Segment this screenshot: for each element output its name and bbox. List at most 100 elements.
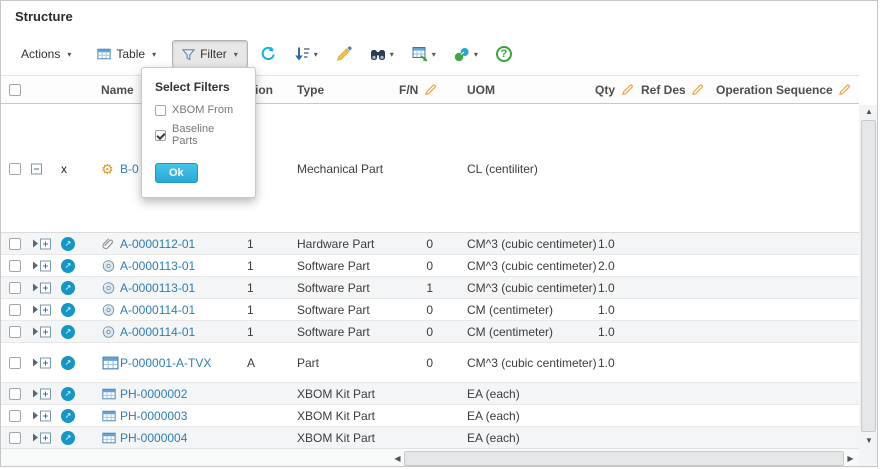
navigate-icon[interactable]: ↗ (61, 387, 75, 401)
cell-fn[interactable] (399, 383, 433, 404)
part-link[interactable]: B-0 (120, 157, 139, 181)
cell-qty[interactable]: 2.0 (598, 255, 615, 276)
edit-button[interactable] (330, 42, 358, 66)
cell-qty[interactable]: 1.0 (598, 233, 615, 254)
scroll-right-arrow[interactable]: ▶ (844, 449, 857, 467)
cell-fn[interactable]: 0 (399, 233, 433, 254)
row-checkbox[interactable] (9, 388, 21, 400)
expand-toggle[interactable] (33, 357, 51, 368)
expand-toggle[interactable] (33, 388, 51, 399)
part-link[interactable]: A-0000114-01 (120, 321, 195, 342)
checkbox-unchecked-icon[interactable] (155, 105, 166, 116)
table-row[interactable]: ↗PH-0000002XBOM Kit PartEA (each) (1, 383, 859, 405)
table-menu-button[interactable]: Table ▾ (87, 40, 166, 68)
cell-qty[interactable]: 1.0 (598, 277, 615, 298)
scroll-up-arrow[interactable]: ▲ (859, 105, 878, 119)
part-link[interactable]: PH-0000002 (120, 383, 187, 404)
collapse-toggle-icon[interactable] (31, 164, 42, 175)
ok-button[interactable]: Ok (155, 163, 198, 183)
edit-column-pencil-icon[interactable] (622, 84, 633, 95)
column-header-uom[interactable]: UOM (467, 76, 495, 104)
horizontal-scroll-thumb[interactable] (404, 451, 844, 466)
help-button[interactable]: ? (490, 42, 518, 66)
column-header-name[interactable]: Name (101, 76, 134, 104)
cell-fn[interactable]: 0 (399, 255, 433, 276)
part-link[interactable]: A-0000112-01 (120, 233, 195, 254)
table-row[interactable]: ↗PH-0000004XBOM Kit PartEA (each) (1, 427, 859, 449)
expand-toggle[interactable] (33, 238, 51, 249)
find-button[interactable]: ▾ (364, 43, 400, 66)
row-checkbox[interactable] (9, 163, 21, 175)
scroll-down-arrow[interactable]: ▼ (859, 434, 878, 448)
navigate-icon[interactable]: ↗ (61, 431, 75, 445)
navigate-icon[interactable]: ↗ (61, 325, 75, 339)
row-checkbox[interactable] (9, 282, 21, 294)
vertical-scrollbar[interactable]: ▲ ▼ (859, 105, 878, 448)
navigate-icon[interactable]: ↗ (61, 237, 75, 251)
edit-column-pencil-icon[interactable] (692, 84, 703, 95)
filter-option-baseline-parts[interactable]: Baseline Parts (155, 123, 242, 147)
export-table-button[interactable]: ▾ (406, 42, 442, 66)
table-row[interactable]: ↗A-0000113-011Software Part1CM^3 (cubic … (1, 277, 859, 299)
row-checkbox[interactable] (9, 410, 21, 422)
edit-column-pencil-icon[interactable] (839, 84, 850, 95)
table-row[interactable]: ↗A-0000113-011Software Part0CM^3 (cubic … (1, 255, 859, 277)
expand-toggle[interactable] (33, 304, 51, 315)
navigate-icon[interactable]: ↗ (61, 259, 75, 273)
navigate-icon[interactable]: ↗ (61, 281, 75, 295)
part-link[interactable]: P-000001-A-TVX (120, 343, 211, 382)
column-header-refdes[interactable]: Ref Des (641, 76, 686, 104)
part-link[interactable]: PH-0000003 (120, 405, 187, 426)
actions-menu-button[interactable]: Actions ▾ (11, 40, 81, 68)
part-link[interactable]: PH-0000004 (120, 427, 187, 448)
row-checkbox[interactable] (9, 260, 21, 272)
cell-fn[interactable]: 0 (399, 343, 433, 382)
cell-qty[interactable]: 1.0 (598, 343, 615, 382)
horizontal-scrollbar[interactable]: ◀ ▶ (1, 448, 859, 467)
vertical-scroll-thumb[interactable] (861, 120, 876, 432)
row-checkbox[interactable] (9, 304, 21, 316)
navigate-icon[interactable]: ↗ (61, 409, 75, 423)
row-checkbox[interactable] (9, 357, 21, 369)
cell-fn[interactable]: 0 (399, 321, 433, 342)
table-row[interactable]: ↗A-0000112-011Hardware Part0CM^3 (cubic … (1, 233, 859, 255)
select-all-checkbox[interactable] (9, 84, 21, 96)
sort-button[interactable]: ▾ (288, 42, 324, 66)
scroll-left-arrow[interactable]: ◀ (391, 449, 404, 467)
cell-fn[interactable]: 0 (399, 299, 433, 320)
filter-menu-button[interactable]: Filter ▾ (172, 40, 248, 68)
filter-option-xbom-from[interactable]: XBOM From (155, 104, 242, 116)
column-header-opseq[interactable]: Operation Sequence (716, 76, 833, 104)
cell-fn[interactable] (399, 405, 433, 426)
cell-fn[interactable] (399, 427, 433, 448)
table-row[interactable]: ↗PH-0000003XBOM Kit PartEA (each) (1, 405, 859, 427)
root-row[interactable]: x ⚙ B-0 Mechanical Part CL (centiliter) (1, 104, 859, 233)
table-row[interactable]: ↗P-000001-A-TVXAPart0CM^3 (cubic centime… (1, 343, 859, 383)
expand-toggle[interactable] (33, 282, 51, 293)
cell-qty[interactable]: 1.0 (598, 299, 615, 320)
expand-toggle[interactable] (33, 410, 51, 421)
cell-fn[interactable]: 1 (399, 277, 433, 298)
table-row[interactable]: ↗A-0000114-011Software Part0CM (centimet… (1, 321, 859, 343)
column-header-fn[interactable]: F/N (399, 76, 418, 104)
part-link[interactable]: A-0000113-01 (120, 277, 195, 298)
horizontal-scroll-track[interactable]: ◀ ▶ (391, 449, 857, 467)
cell-qty[interactable]: 1.0 (598, 321, 615, 342)
checkbox-checked-icon[interactable] (155, 130, 166, 141)
row-checkbox[interactable] (9, 238, 21, 250)
part-link[interactable]: A-0000113-01 (120, 255, 195, 276)
row-checkbox[interactable] (9, 432, 21, 444)
relations-button[interactable]: ▾ (448, 43, 484, 66)
refresh-button[interactable] (254, 42, 282, 66)
navigate-icon[interactable]: ↗ (61, 356, 75, 370)
column-header-type[interactable]: Type (297, 76, 324, 104)
expand-toggle[interactable] (33, 326, 51, 337)
edit-column-pencil-icon[interactable] (425, 84, 436, 95)
expand-toggle[interactable] (33, 432, 51, 443)
part-link[interactable]: A-0000114-01 (120, 299, 195, 320)
table-row[interactable]: ↗A-0000114-011Software Part0CM (centimet… (1, 299, 859, 321)
navigate-icon[interactable]: ↗ (61, 303, 75, 317)
row-checkbox[interactable] (9, 326, 21, 338)
column-header-qty[interactable]: Qty (595, 76, 615, 104)
expand-toggle[interactable] (33, 260, 51, 271)
